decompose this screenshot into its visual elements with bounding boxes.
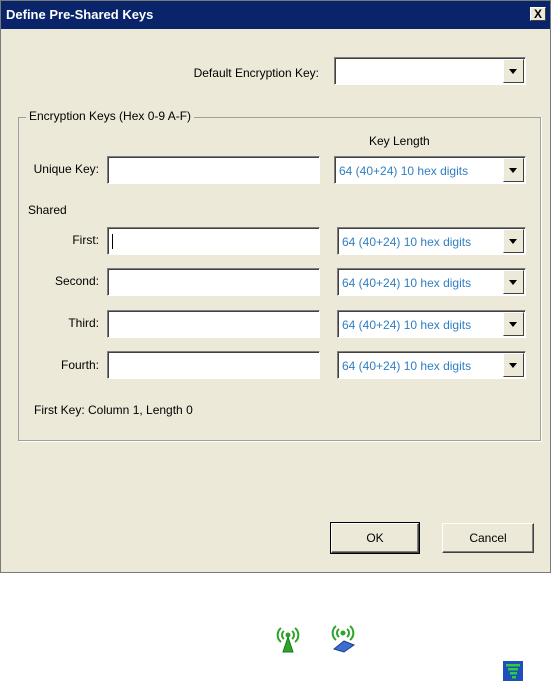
encryption-keys-group-title: Encryption Keys (Hex 0-9 A-F) xyxy=(26,109,195,123)
second-key-input[interactable] xyxy=(107,268,320,296)
key-length-header: Key Length xyxy=(369,134,430,148)
default-encryption-key-dropdown-button[interactable] xyxy=(503,59,524,83)
network-connect-icon xyxy=(331,625,356,653)
define-pre-shared-keys-dialog: Define Pre-Shared Keys X Default Encrypt… xyxy=(0,0,551,573)
unique-key-label: Unique Key: xyxy=(33,162,99,176)
cursor-status-text: First Key: Column 1, Length 0 xyxy=(34,403,193,417)
wireless-signal-icon xyxy=(276,627,300,653)
ok-button[interactable]: OK xyxy=(330,522,420,554)
chevron-down-icon xyxy=(509,280,517,285)
fourth-key-length-select[interactable]: 64 (40+24) 10 hex digits xyxy=(337,351,526,379)
chevron-down-icon xyxy=(509,363,517,368)
fourth-key-length-value: 64 (40+24) 10 hex digits xyxy=(342,359,472,373)
third-key-input[interactable] xyxy=(107,310,320,338)
first-key-input[interactable] xyxy=(107,227,320,255)
first-key-length-select[interactable]: 64 (40+24) 10 hex digits xyxy=(337,227,526,255)
signal-strength-icon xyxy=(503,661,523,681)
fourth-key-label: Fourth: xyxy=(60,358,99,372)
close-button[interactable]: X xyxy=(530,7,546,21)
dialog-title: Define Pre-Shared Keys xyxy=(6,7,154,22)
unique-key-input[interactable] xyxy=(107,156,320,184)
close-icon: X xyxy=(533,7,542,21)
fourth-key-input[interactable] xyxy=(107,351,320,379)
text-caret xyxy=(112,234,113,249)
second-key-length-select[interactable]: 64 (40+24) 10 hex digits xyxy=(337,268,526,296)
third-key-length-select[interactable]: 64 (40+24) 10 hex digits xyxy=(337,310,526,338)
first-key-label: First: xyxy=(72,233,99,247)
second-key-label: Second: xyxy=(54,274,99,288)
cancel-button[interactable]: Cancel xyxy=(442,523,534,553)
third-key-length-dropdown-button[interactable] xyxy=(503,312,524,336)
unique-key-length-select[interactable]: 64 (40+24) 10 hex digits xyxy=(334,156,526,184)
shared-label: Shared xyxy=(28,203,67,217)
second-key-length-value: 64 (40+24) 10 hex digits xyxy=(342,276,472,290)
third-key-label: Third: xyxy=(68,316,99,330)
default-encryption-key-label: Default Encryption Key: xyxy=(193,66,319,80)
fourth-key-length-dropdown-button[interactable] xyxy=(503,353,524,377)
first-key-length-dropdown-button[interactable] xyxy=(503,229,524,253)
unique-key-length-value: 64 (40+24) 10 hex digits xyxy=(339,164,469,178)
third-key-length-value: 64 (40+24) 10 hex digits xyxy=(342,318,472,332)
second-key-length-dropdown-button[interactable] xyxy=(503,270,524,294)
chevron-down-icon xyxy=(509,239,517,244)
chevron-down-icon xyxy=(509,322,517,327)
title-bar: Define Pre-Shared Keys X xyxy=(1,1,550,29)
unique-key-length-dropdown-button[interactable] xyxy=(503,158,524,182)
default-encryption-key-select[interactable] xyxy=(334,57,526,85)
chevron-down-icon xyxy=(509,168,517,173)
chevron-down-icon xyxy=(509,69,517,74)
first-key-length-value: 64 (40+24) 10 hex digits xyxy=(342,235,472,249)
